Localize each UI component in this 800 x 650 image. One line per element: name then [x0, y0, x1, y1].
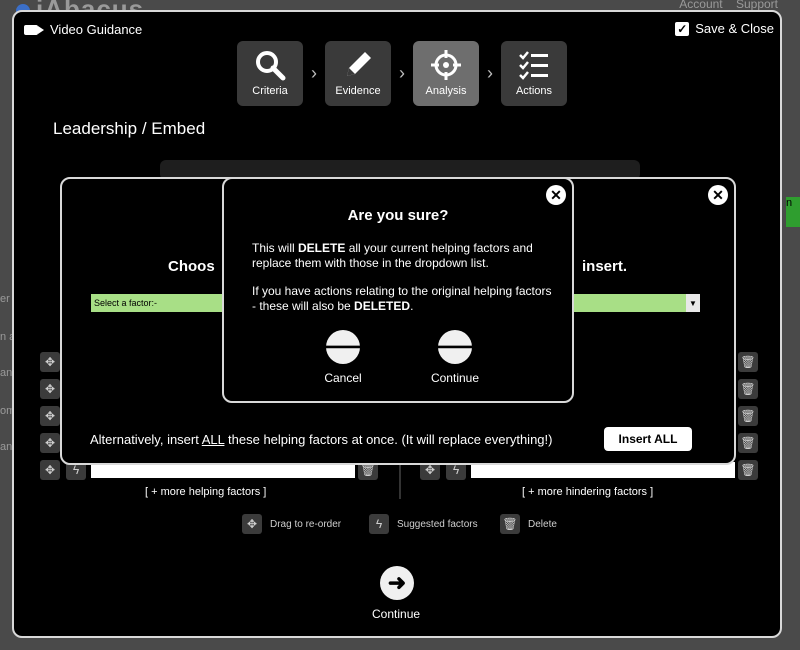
step-navigation: Criteria › Evidence › Analysis › Actions [237, 41, 567, 106]
close-icon[interactable]: ✕ [546, 185, 566, 205]
checklist-icon [501, 41, 567, 85]
pencil-icon [325, 41, 391, 85]
trash-icon: 🗑 [500, 514, 520, 534]
more-helping-factors-link[interactable]: [ + more helping factors ] [145, 486, 266, 498]
p2-post: . [410, 299, 414, 313]
confirm-continue-label: Continue [430, 371, 480, 385]
save-close-label: Save & Close [695, 21, 774, 36]
trash-icon[interactable]: 🗑 [738, 379, 758, 399]
legend-delete-label: Delete [528, 518, 557, 530]
close-icon[interactable]: ✕ [708, 185, 728, 205]
step-label: Analysis [425, 85, 467, 97]
alternative-all: ALL [201, 432, 225, 447]
insert-heading: insert. [582, 258, 628, 275]
confirm-title: Are you sure? [347, 207, 449, 224]
confirm-paragraph-1: This will DELETE all your current helpin… [252, 241, 552, 271]
continue-label: Continue [372, 607, 421, 621]
legend-suggested: ϟ Suggested factors [369, 514, 478, 534]
step-label: Actions [515, 85, 553, 97]
p2-bold: DELETED [354, 299, 411, 313]
trash-icon[interactable]: 🗑 [738, 433, 758, 453]
video-camera-icon [24, 24, 44, 35]
confirm-modal: ✕ Are you sure? This will DELETE all you… [222, 177, 574, 403]
more-hindering-factors-link[interactable]: [ + more hindering factors ] [522, 486, 653, 498]
arrow-right-icon: ➜ [387, 570, 407, 595]
video-guidance-label: Video Guidance [50, 22, 143, 37]
lightning-icon: ϟ [369, 514, 389, 534]
background-green-tab: n [786, 197, 800, 227]
drag-handle-icon[interactable]: ✥ [40, 352, 60, 372]
crosshair-icon [413, 41, 479, 85]
bg-fragment-1 [0, 256, 3, 268]
bg-fragment-2: er [0, 293, 10, 305]
confirm-continue-button[interactable]: 🡒 [426, 330, 485, 364]
p1-bold: DELETE [298, 241, 346, 255]
cancel-button[interactable]: 🡐 [314, 330, 373, 364]
step-evidence[interactable]: Evidence [325, 41, 391, 106]
chevron-right-icon: › [311, 63, 317, 83]
chevron-down-icon: ▼ [686, 294, 700, 312]
video-guidance-button[interactable]: Video Guidance [24, 22, 142, 37]
checkbox-icon: ✓ [675, 21, 690, 36]
choose-heading: Choos [168, 258, 215, 275]
step-label: Criteria [252, 85, 288, 97]
insert-all-button[interactable]: Insert ALL [604, 427, 692, 451]
save-close-button[interactable]: ✓ Save & Close [675, 21, 774, 36]
arrow-left-icon: 🡐 [313, 334, 373, 359]
alternative-prefix: Alternatively, insert [90, 432, 202, 447]
drag-handle-icon[interactable]: ✥ [40, 460, 60, 480]
step-label: Evidence [335, 85, 381, 97]
step-analysis[interactable]: Analysis [413, 41, 479, 106]
legend-delete: 🗑 Delete [500, 514, 557, 534]
step-actions[interactable]: Actions [501, 41, 567, 106]
confirm-paragraph-2: If you have actions relating to the orig… [252, 284, 552, 314]
chevron-right-icon: › [399, 63, 405, 83]
alternative-text: Alternatively, insert ALL these helping … [90, 432, 552, 447]
trash-icon[interactable]: 🗑 [738, 406, 758, 426]
legend-drag: ✥ Drag to re-order [242, 514, 341, 534]
drag-handle-icon[interactable]: ✥ [40, 406, 60, 426]
continue-button[interactable]: ➜ [380, 566, 414, 600]
step-criteria[interactable]: Criteria [237, 41, 303, 106]
p1-pre: This will [252, 241, 299, 255]
legend-suggested-label: Suggested factors [397, 518, 478, 530]
chevron-right-icon: › [487, 63, 493, 83]
cancel-label: Cancel [324, 371, 362, 385]
green-tab-text: n [786, 197, 793, 209]
search-icon [237, 41, 303, 85]
page-title: Leadership / Embed [53, 119, 206, 138]
trash-icon[interactable]: 🗑 [738, 352, 758, 372]
alternative-suffix: these helping factors at once. (It will … [224, 432, 553, 447]
arrow-right-icon: 🡒 [425, 334, 485, 359]
drag-handle-icon[interactable]: ✥ [40, 433, 60, 453]
drag-handle-icon[interactable]: ✥ [40, 379, 60, 399]
drag-handle-icon: ✥ [242, 514, 262, 534]
legend-drag-label: Drag to re-order [270, 518, 342, 530]
trash-icon[interactable]: 🗑 [738, 460, 758, 480]
